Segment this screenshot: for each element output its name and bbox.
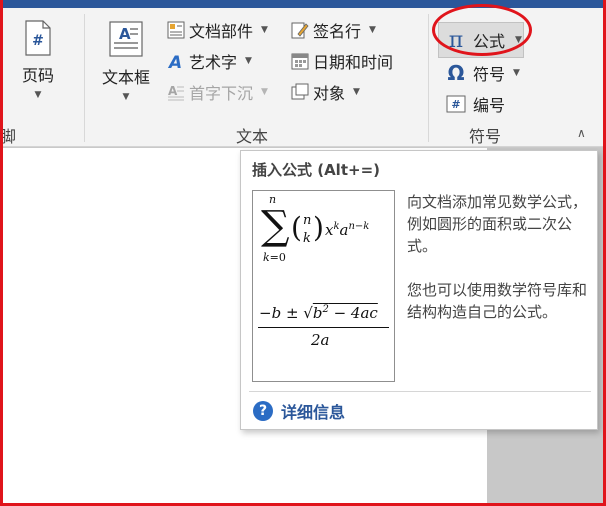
annotation-frame (0, 0, 606, 506)
